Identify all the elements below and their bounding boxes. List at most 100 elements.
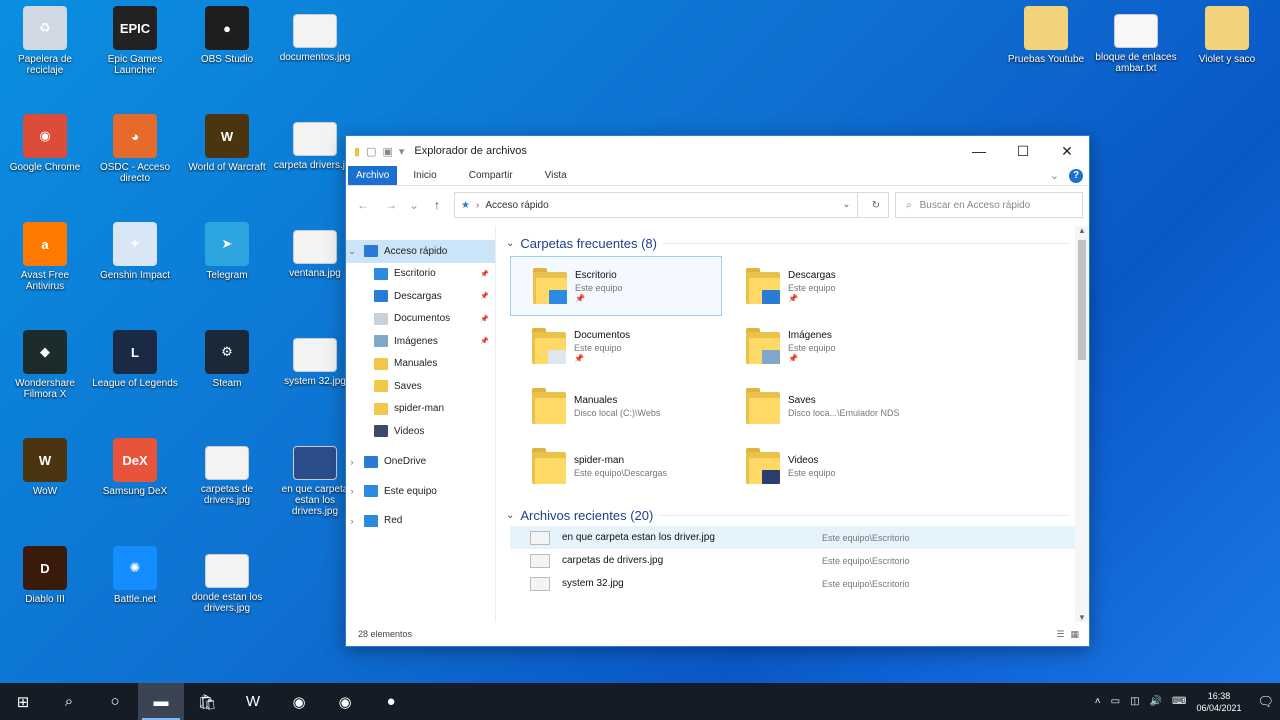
notifications-icon[interactable]: 🗨 <box>1257 694 1274 710</box>
desktop-icon[interactable]: ✦ Genshin Impact <box>92 222 178 322</box>
chevron-right-icon[interactable]: › <box>346 457 358 467</box>
folder-tile[interactable]: Descargas Este equipo 📌 <box>724 256 936 316</box>
desktop-icon[interactable]: carpetas de drivers.jpg <box>184 438 270 538</box>
scroll-up-icon[interactable]: ▲ <box>1075 226 1089 235</box>
help-icon[interactable]: ? <box>1069 168 1083 183</box>
folder-tile[interactable]: Escritorio Este equipo 📌 <box>510 256 722 316</box>
desktop-icon[interactable]: W WoW <box>2 438 88 538</box>
folder-location: Este equipo\Descargas <box>574 467 668 478</box>
nav-item[interactable]: Manuales <box>346 353 495 376</box>
tab-archivo[interactable]: Archivo <box>348 166 398 185</box>
show-hidden-icons-icon[interactable]: ˄ <box>1095 696 1101 707</box>
tab-compartir[interactable]: Compartir <box>453 166 529 185</box>
search-input[interactable]: ⌕ Buscar en Acceso rápido <box>895 192 1083 218</box>
vertical-scrollbar[interactable]: ▲ ▼ <box>1075 226 1089 622</box>
recent-files-header[interactable]: ⌄ Archivos recientes (20) <box>506 504 1089 526</box>
desktop-icon-label: League of Legends <box>92 378 178 389</box>
desktop-icon[interactable]: ⚙ Steam <box>184 330 270 430</box>
desktop-icon[interactable]: DeX Samsung DeX <box>92 438 178 538</box>
refresh-icon[interactable]: ↻ <box>864 200 888 211</box>
desktop-icon[interactable]: L League of Legends <box>92 330 178 430</box>
nav-item[interactable]: Imágenes 📌 <box>346 330 495 353</box>
desktop-icon[interactable]: ◕ OSDC - Acceso directo <box>92 114 178 214</box>
desktop-icon[interactable]: ◉ Google Chrome <box>2 114 88 214</box>
desktop-icon[interactable]: ● OBS Studio <box>184 6 270 106</box>
expand-ribbon-icon[interactable]: ⌄ <box>1050 169 1059 182</box>
chrome-icon[interactable]: ◉ <box>322 683 368 720</box>
breadcrumb[interactable]: Acceso rápido <box>485 200 548 211</box>
chrome-icon[interactable]: ◉ <box>276 683 322 720</box>
nav-item[interactable]: Documentos 📌 <box>346 308 495 331</box>
desktop-icon[interactable]: W World of Warcraft <box>184 114 270 214</box>
scrollbar-thumb[interactable] <box>1078 240 1086 360</box>
recent-file-row[interactable]: system 32.jpg Este equipo\Escritorio <box>510 572 1089 595</box>
desktop-icon[interactable]: bloque de enlaces ambar.txt <box>1093 6 1179 106</box>
recent-file-row[interactable]: carpetas de drivers.jpg Este equipo\Escri… <box>510 549 1089 572</box>
desktop-icon[interactable]: donde estan los drivers.jpg <box>184 546 270 646</box>
desktop-icon[interactable]: ◆ Wondershare Filmora X <box>2 330 88 430</box>
folder-tile[interactable]: Manuales Disco local (C:)\Webs <box>510 376 722 436</box>
nav-item[interactable]: Saves <box>346 375 495 398</box>
world-of-warcraft-icon[interactable]: W <box>230 683 276 720</box>
desktop-icon[interactable]: ➤ Telegram <box>184 222 270 322</box>
network-icon[interactable]: ◫ <box>1130 696 1139 707</box>
nav-root-item[interactable]: › OneDrive <box>346 451 495 474</box>
scroll-down-icon[interactable]: ▼ <box>1075 613 1089 622</box>
nav-item[interactable]: Videos <box>346 420 495 443</box>
address-bar[interactable]: ★ › Acceso rápido ⌄ ↻ <box>454 192 889 218</box>
tab-vista[interactable]: Vista <box>529 166 583 185</box>
nav-item[interactable]: ⌄ Acceso rápido <box>346 240 495 263</box>
up-button[interactable]: ↑ <box>426 198 448 212</box>
nav-item[interactable]: Escritorio 📌 <box>346 263 495 286</box>
chevron-right-icon[interactable]: › <box>346 486 358 496</box>
folder-tile[interactable]: Imágenes Este equipo 📌 <box>724 316 936 376</box>
nav-item[interactable]: Descargas 📌 <box>346 285 495 308</box>
desktop-icon[interactable]: documentos.jpg <box>272 6 358 106</box>
expand-icon[interactable]: ⌄ <box>346 246 358 257</box>
clock[interactable]: 16:38 06/04/2021 <box>1196 690 1241 714</box>
store-icon[interactable]: 🛍 <box>184 683 230 720</box>
battery-icon[interactable]: ▭ <box>1111 696 1120 707</box>
forward-button[interactable]: → <box>380 198 402 212</box>
desktop-icon[interactable]: ✺ Battle.net <box>92 546 178 646</box>
keyboard-icon[interactable]: ⌨ <box>1172 696 1186 707</box>
ribbon-tabs: Archivo Inicio Compartir Vista ⌄ ? <box>346 166 1089 186</box>
desktop-icon[interactable]: Pruebas Youtube <box>1003 6 1089 106</box>
desktop-icon[interactable]: EPIC Epic Games Launcher <box>92 6 178 106</box>
details-view-icon[interactable]: ☰ <box>1056 629 1064 640</box>
chevron-right-icon[interactable]: › <box>346 516 358 526</box>
nav-item[interactable]: spider-man <box>346 398 495 421</box>
back-button[interactable]: ← <box>352 198 374 212</box>
genshin-icon: ✦ <box>113 222 157 266</box>
desktop-icon[interactable]: ♻ Papelera de reciclaje <box>2 6 88 106</box>
folder-tile[interactable]: Saves Disco loca...\Emulador NDS <box>724 376 936 436</box>
close-button[interactable]: ✕ <box>1045 136 1089 166</box>
volume-icon[interactable]: 🔊 <box>1150 696 1162 707</box>
folder-tile[interactable]: spider-man Este equipo\Descargas <box>510 436 722 496</box>
desktop-icon[interactable]: Violet y saco <box>1184 6 1270 106</box>
cortana-icon[interactable]: ○ <box>92 683 138 720</box>
desktop-icon[interactable]: a Avast Free Antivirus <box>2 222 88 322</box>
search-icon[interactable]: ⌕ <box>46 683 92 720</box>
properties-icon[interactable]: ▢ <box>366 145 376 158</box>
file-explorer-icon[interactable]: ▬ <box>138 683 184 720</box>
minimize-button[interactable]: — <box>957 136 1001 166</box>
obs-icon[interactable]: ● <box>368 683 414 720</box>
folder-icon[interactable]: ▮ <box>354 145 360 158</box>
folder-tile[interactable]: Documentos Este equipo 📌 <box>510 316 722 376</box>
recent-locations-icon[interactable]: ⌄ <box>408 198 420 212</box>
recent-file-row[interactable]: en que carpeta estan los driver.jpg Este … <box>510 526 1089 549</box>
start-button[interactable]: ⊞ <box>0 683 46 720</box>
desktop-icon[interactable]: D Diablo III <box>2 546 88 646</box>
chevron-down-icon[interactable]: ▾ <box>399 145 405 158</box>
tab-inicio[interactable]: Inicio <box>397 166 452 185</box>
large-icons-view-icon[interactable]: ▦ <box>1070 629 1079 640</box>
nav-root-item[interactable]: › Red <box>346 510 495 533</box>
maximize-button[interactable]: ☐ <box>1001 136 1045 166</box>
chevron-down-icon[interactable]: ⌄ <box>836 193 858 217</box>
nav-root-item[interactable]: › Este equipo <box>346 480 495 503</box>
folder-tile[interactable]: Videos Este equipo <box>724 436 936 496</box>
frequent-folders-header[interactable]: ⌄ Carpetas frecuentes (8) <box>506 232 1089 254</box>
new-folder-icon[interactable]: ▣ <box>382 145 392 158</box>
status-bar: 28 elementos ☰ ▦ <box>346 622 1089 646</box>
